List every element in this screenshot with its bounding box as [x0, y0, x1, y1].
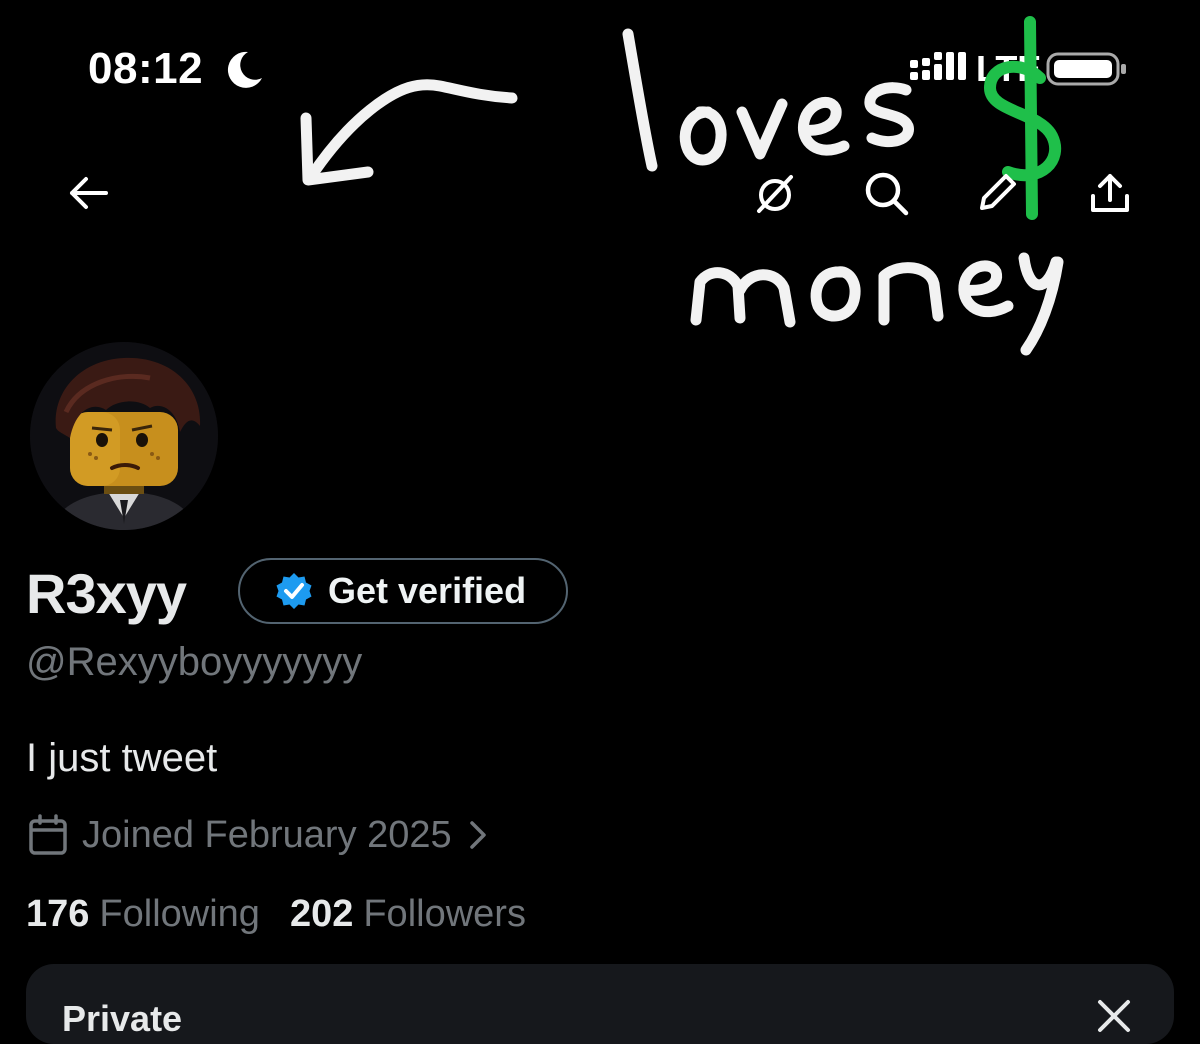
pencil-icon	[980, 174, 1016, 210]
network-label: LTE	[976, 48, 1042, 89]
back-button[interactable]	[58, 163, 118, 223]
follow-stats: 176 Following 202 Followers	[26, 893, 526, 936]
calendar-icon	[29, 814, 67, 855]
edit-button[interactable]	[967, 163, 1027, 223]
followers-count: 202	[289, 893, 354, 935]
followers-link[interactable]: 202 Followers	[290, 893, 526, 936]
joined-date-text: Joined February 2025	[82, 813, 452, 856]
display-name: R3xyy	[26, 562, 187, 625]
chevron-right-icon	[469, 821, 486, 849]
share-icon	[1091, 174, 1129, 212]
share-button[interactable]	[1080, 163, 1140, 223]
lego-figure-avatar-image	[30, 342, 218, 530]
get-verified-button[interactable]: Get verified	[238, 558, 568, 624]
user-handle: @Rexyyboyyyyyyy	[26, 640, 363, 684]
status-time: 08:12	[88, 44, 204, 93]
following-link[interactable]: 176 Following	[26, 893, 260, 936]
signal-icon	[910, 52, 966, 80]
avatar[interactable]	[26, 338, 222, 534]
close-icon[interactable]	[1094, 996, 1134, 1036]
followers-label: Followers	[363, 893, 526, 935]
joined-date-row[interactable]: Joined February 2025	[28, 810, 488, 860]
grok-button[interactable]	[745, 163, 805, 223]
private-notice-title: Private	[62, 998, 183, 1039]
search-icon	[865, 172, 909, 216]
moon-icon	[227, 51, 262, 88]
back-arrow-icon	[70, 177, 108, 209]
search-button[interactable]	[856, 163, 916, 223]
following-label: Following	[99, 893, 260, 935]
following-count: 176	[26, 893, 90, 935]
verified-badge-icon	[276, 573, 312, 609]
private-notice-card	[26, 964, 1174, 1044]
get-verified-label: Get verified	[328, 570, 527, 611]
battery-icon	[1046, 52, 1126, 86]
grok-icon	[757, 175, 793, 213]
bio-text: I just tweet	[26, 736, 218, 780]
